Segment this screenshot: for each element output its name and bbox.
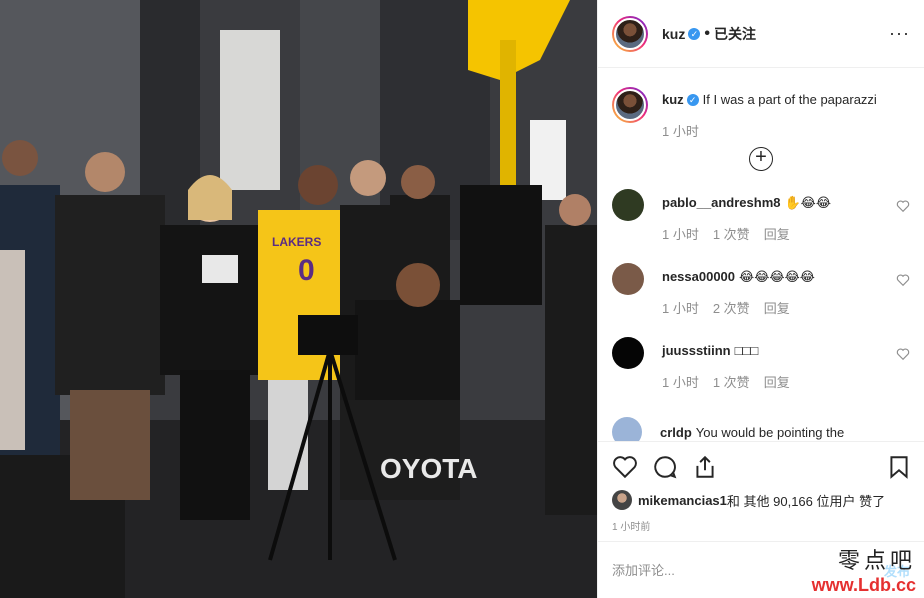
caption-avatar[interactable]	[612, 87, 648, 123]
jersey-team: LAKERS	[272, 235, 321, 249]
caption-text: If I was a part of the paparazzi	[702, 92, 877, 107]
post-comment-button[interactable]: 发布	[884, 561, 910, 580]
likes-summary[interactable]: mikemancias1 和 其他 90,166 位用户 赞了	[612, 490, 912, 510]
load-more-plus-icon[interactable]: +	[749, 147, 773, 171]
comment-username[interactable]: nessa00000	[662, 269, 735, 284]
reply-button[interactable]: 回复	[764, 301, 790, 316]
likes-count-text[interactable]: 和 其他 90,166 位用户 赞了	[727, 491, 885, 510]
author-avatar[interactable]	[612, 15, 648, 52]
comment-avatar[interactable]	[612, 263, 644, 295]
reply-button[interactable]: 回复	[764, 375, 790, 390]
follow-status-button[interactable]: 已关注	[714, 24, 756, 44]
comment-likes[interactable]: 1 次赞	[713, 375, 750, 390]
like-comment-heart-icon[interactable]	[896, 347, 910, 361]
comment-likes[interactable]: 1 次赞	[713, 227, 750, 242]
caption-time[interactable]: 1 小时	[662, 124, 699, 139]
post-header: kuz ✓ • 已关注 ···	[598, 0, 924, 68]
load-more-comments[interactable]: +	[598, 147, 924, 171]
more-options-icon[interactable]: ···	[889, 23, 910, 44]
jersey-number: 0	[298, 254, 315, 287]
comment-text: □□□	[734, 343, 759, 358]
comment-username[interactable]: pablo__andreshm8	[662, 195, 781, 210]
like-comment-heart-icon[interactable]	[896, 199, 910, 213]
verified-badge-icon: ✓	[688, 27, 701, 40]
instagram-post: 0 LAKERS OYOTA kuz ✓ • 已关注 ··· kuz ✓ If …	[0, 0, 924, 598]
comment-bubble-icon[interactable]	[652, 454, 678, 480]
caption-username[interactable]: kuz	[662, 92, 684, 107]
liker-username[interactable]: mikemancias1	[638, 493, 727, 508]
like-heart-icon[interactable]	[612, 454, 638, 480]
comment-username[interactable]: juussstiinn	[662, 343, 731, 358]
comment-time[interactable]: 1 小时	[662, 301, 699, 316]
save-bookmark-icon[interactable]	[886, 454, 912, 480]
comments-list[interactable]: kuz ✓ If I was a part of the paparazzi 1 小…	[598, 69, 924, 441]
comment-avatar[interactable]	[612, 417, 642, 441]
share-icon[interactable]	[692, 454, 718, 480]
post-photo[interactable]: 0 LAKERS OYOTA	[0, 0, 597, 598]
comment-text: ✋😂😂	[784, 195, 832, 210]
comment-text: You would be pointing the	[695, 424, 845, 440]
comment-avatar[interactable]	[612, 337, 644, 369]
verified-badge-icon: ✓	[686, 94, 699, 106]
header-separator: •	[704, 24, 710, 42]
add-comment-bar: 发布	[598, 541, 924, 598]
comment-username[interactable]: crldp	[660, 425, 692, 440]
comment-time[interactable]: 1 小时	[662, 375, 699, 390]
author-username[interactable]: kuz	[662, 26, 685, 42]
comment-item: juussstiinn □□□ 1 小时 1 次赞 回复	[598, 329, 924, 403]
photo-scene: 0 LAKERS OYOTA	[0, 0, 597, 598]
comment-item: pablo__andreshm8 ✋😂😂 1 小时 1 次赞 回复	[598, 181, 924, 255]
banner-text: OYOTA	[380, 453, 477, 484]
reply-button[interactable]: 回复	[764, 227, 790, 242]
post-caption: kuz ✓ If I was a part of the paparazzi 1 小…	[598, 69, 924, 141]
post-side-panel: kuz ✓ • 已关注 ··· kuz ✓ If I was a part of t…	[597, 0, 924, 598]
comment-text: 😂😂😂😂😂	[739, 269, 815, 284]
comment-avatar[interactable]	[612, 189, 644, 221]
like-comment-heart-icon[interactable]	[896, 273, 910, 287]
post-timestamp[interactable]: 1 小时前	[612, 518, 912, 533]
post-actions: mikemancias1 和 其他 90,166 位用户 赞了 1 小时前	[598, 441, 924, 533]
comment-likes[interactable]: 2 次赞	[713, 301, 750, 316]
comment-input[interactable]	[612, 562, 812, 578]
liker-avatar	[612, 490, 632, 510]
comment-item-partial: crldp You would be pointing the	[612, 417, 844, 441]
comment-item: nessa00000 😂😂😂😂😂 1 小时 2 次赞 回复	[598, 255, 924, 329]
comment-time[interactable]: 1 小时	[662, 227, 699, 242]
